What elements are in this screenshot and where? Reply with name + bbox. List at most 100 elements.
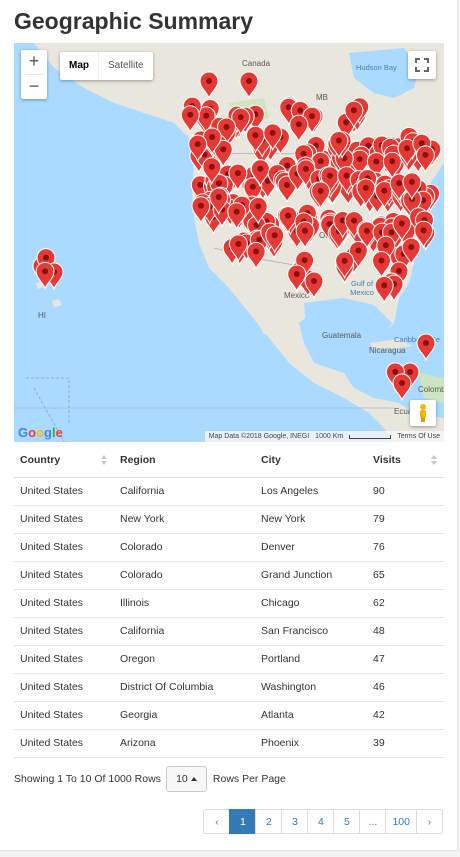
cell-visits: 79 xyxy=(367,505,444,534)
cell-city: Grand Junction xyxy=(255,561,367,590)
sort-icon xyxy=(431,455,438,466)
cell-city: New York xyxy=(255,505,367,534)
map-type-map-button[interactable]: Map xyxy=(60,52,98,80)
pagination-page-2[interactable]: 2 xyxy=(255,809,283,834)
cell-region: Illinois xyxy=(114,589,255,618)
column-header-visits-label: Visits xyxy=(373,453,401,466)
column-header-city[interactable]: City xyxy=(255,443,367,478)
cell-country: United States xyxy=(14,589,114,618)
map-marker-pin-icon[interactable] xyxy=(180,105,200,134)
cell-city: San Francisco xyxy=(255,617,367,646)
cell-city: Atlanta xyxy=(255,701,367,730)
cell-country: United States xyxy=(14,505,114,534)
table-row: United States California Los Angeles 90 xyxy=(14,477,444,506)
column-header-region[interactable]: Region xyxy=(114,443,255,478)
cell-city: Phoenix xyxy=(255,729,367,758)
map-markers[interactable] xyxy=(14,43,444,442)
cell-country: United States xyxy=(14,533,114,562)
showing-rows-text: Showing 1 To 10 Of 1000 Rows xyxy=(14,773,161,785)
map-view[interactable]: Canada Hudson Bay MB ND ID OK Mexico Gul… xyxy=(14,43,444,442)
map-attribution: Map Data ©2018 Google, INEGI 1000 Km Ter… xyxy=(204,431,444,442)
table-row: United States Oregon Portland 47 xyxy=(14,645,444,674)
cell-visits: 47 xyxy=(367,645,444,674)
column-header-country-label: Country xyxy=(20,453,61,466)
pagination-prev-button[interactable]: ‹ xyxy=(203,809,231,834)
cell-city: Portland xyxy=(255,645,367,674)
cell-country: United States xyxy=(14,701,114,730)
pagination-page-3[interactable]: 3 xyxy=(281,809,309,834)
geo-table: Country Region City Visits United States… xyxy=(14,443,444,758)
page-size-dropdown[interactable]: 10 xyxy=(165,766,207,792)
cell-region: Arizona xyxy=(114,729,255,758)
table-row: United States Colorado Grand Junction 65 xyxy=(14,561,444,590)
google-logo: Google xyxy=(18,425,63,440)
cell-visits: 76 xyxy=(367,533,444,562)
cell-country: United States xyxy=(14,673,114,702)
cell-country: United States xyxy=(14,617,114,646)
column-header-region-label: Region xyxy=(120,453,156,466)
map-type-satellite-button[interactable]: Satellite xyxy=(98,52,153,80)
pagination-page-100[interactable]: 100 xyxy=(385,809,417,834)
map-marker-pin-icon[interactable] xyxy=(199,71,219,100)
table-row: United States California San Francisco 48 xyxy=(14,617,444,646)
column-header-country[interactable]: Country xyxy=(14,443,114,478)
page-title: Geographic Summary xyxy=(14,8,254,34)
map-data-text: Map Data ©2018 Google, INEGI xyxy=(208,433,310,440)
cell-city: Chicago xyxy=(255,589,367,618)
pagination: ‹ 1 2 3 4 5 ... 100 › xyxy=(203,809,443,834)
table-header-row: Country Region City Visits xyxy=(14,443,444,478)
cell-visits: 62 xyxy=(367,589,444,618)
pegman-icon xyxy=(420,404,426,422)
cell-country: United States xyxy=(14,477,114,506)
zoom-in-button[interactable]: + xyxy=(21,50,47,74)
map-marker-pin-icon[interactable] xyxy=(239,71,259,100)
cell-city: Washington xyxy=(255,673,367,702)
cell-visits: 48 xyxy=(367,617,444,646)
table-row: United States Georgia Atlanta 42 xyxy=(14,701,444,730)
map-marker-pin-icon[interactable] xyxy=(246,242,266,271)
cell-visits: 42 xyxy=(367,701,444,730)
table-row: United States Arizona Phoenix 39 xyxy=(14,729,444,758)
map-scale-bar xyxy=(349,434,392,439)
map-scale-label: 1000 Km xyxy=(315,433,344,440)
cell-region: Colorado xyxy=(114,533,255,562)
cell-visits: 39 xyxy=(367,729,444,758)
pagination-page-1[interactable]: 1 xyxy=(229,809,257,834)
cell-country: United States xyxy=(14,561,114,590)
table-row: United States Illinois Chicago 62 xyxy=(14,589,444,618)
page-size-value: 10 xyxy=(176,773,188,785)
table-row: United States District Of Columbia Washing… xyxy=(14,673,444,702)
column-header-visits[interactable]: Visits xyxy=(367,443,444,478)
map-marker-pin-icon[interactable] xyxy=(374,275,394,304)
caret-up-icon xyxy=(190,777,197,781)
cell-region: Colorado xyxy=(114,561,255,590)
pagination-next-button[interactable]: › xyxy=(416,809,443,834)
table-footer: Showing 1 To 10 Of 1000 Rows 10 Rows Per… xyxy=(14,766,444,792)
pagination-page-4[interactable]: 4 xyxy=(307,809,335,834)
cell-country: United States xyxy=(14,729,114,758)
street-view-pegman-button[interactable] xyxy=(410,400,436,426)
cell-region: Oregon xyxy=(114,645,255,674)
cell-region: New York xyxy=(114,505,255,534)
map-marker-pin-icon[interactable] xyxy=(416,333,436,362)
column-header-city-label: City xyxy=(261,453,281,466)
pagination-ellipsis: ... xyxy=(359,809,387,834)
map-marker-pin-icon[interactable] xyxy=(289,114,309,143)
map-marker-pin-icon[interactable] xyxy=(392,373,412,402)
cell-region: California xyxy=(114,477,255,506)
map-marker-pin-icon[interactable] xyxy=(311,181,331,210)
table-row: United States New York New York 79 xyxy=(14,505,444,534)
terms-of-use-link[interactable]: Terms Of Use xyxy=(397,433,440,440)
map-type-control: Map Satellite xyxy=(60,52,153,80)
pagination-page-5[interactable]: 5 xyxy=(333,809,361,834)
cell-visits: 90 xyxy=(367,477,444,506)
fullscreen-button[interactable] xyxy=(408,51,436,79)
cell-region: Georgia xyxy=(114,701,255,730)
cell-country: United States xyxy=(14,645,114,674)
cell-region: District Of Columbia xyxy=(114,673,255,702)
sort-icon xyxy=(101,455,108,466)
cell-city: Denver xyxy=(255,533,367,562)
cell-visits: 46 xyxy=(367,673,444,702)
table-row: United States Colorado Denver 76 xyxy=(14,533,444,562)
zoom-out-button[interactable]: − xyxy=(21,75,47,99)
